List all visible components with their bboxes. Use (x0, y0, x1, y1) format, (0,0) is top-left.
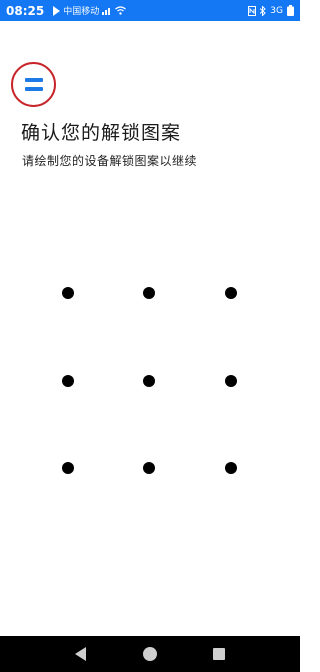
page-subtitle: 请绘制您的设备解锁图案以继续 (22, 154, 198, 168)
status-carrier: 中国移动 (63, 7, 100, 17)
pattern-dot-8[interactable] (143, 462, 155, 474)
menu-button[interactable] (11, 62, 56, 107)
page-title: 确认您的解锁图案 (21, 122, 182, 144)
home-icon (142, 647, 157, 661)
screen: 08:25 中国移动 3G 确认您的解锁图案 请绘制您的设备解锁图案以继续 (0, 0, 300, 672)
nfc-icon (248, 5, 257, 16)
network-type-label: 3G (270, 5, 283, 16)
menu-icon (24, 78, 43, 82)
pattern-dot-2[interactable] (143, 287, 155, 299)
back-icon (74, 647, 86, 661)
battery-icon (287, 5, 294, 16)
pattern-dot-1[interactable] (62, 287, 74, 299)
home-button[interactable] (135, 639, 165, 669)
status-right: 3G (248, 5, 294, 16)
pattern-dot-9[interactable] (225, 462, 237, 474)
pattern-dot-5[interactable] (143, 375, 155, 387)
menu-icon-bar (24, 87, 43, 91)
navigation-bar (0, 636, 300, 672)
wifi-icon (115, 6, 127, 15)
bluetooth-icon (260, 5, 267, 16)
recents-button[interactable] (204, 639, 234, 669)
status-left: 08:25 中国移动 (6, 4, 248, 18)
pattern-dot-4[interactable] (62, 375, 74, 387)
pattern-dot-6[interactable] (225, 375, 237, 387)
status-bar: 08:25 中国移动 3G (0, 0, 300, 21)
recents-icon (213, 648, 226, 660)
pattern-dot-3[interactable] (225, 287, 237, 299)
back-button[interactable] (66, 639, 96, 669)
pattern-dot-7[interactable] (62, 462, 74, 474)
notification-icon (53, 5, 61, 16)
status-time: 08:25 (6, 3, 45, 18)
signal-icon (102, 6, 112, 15)
